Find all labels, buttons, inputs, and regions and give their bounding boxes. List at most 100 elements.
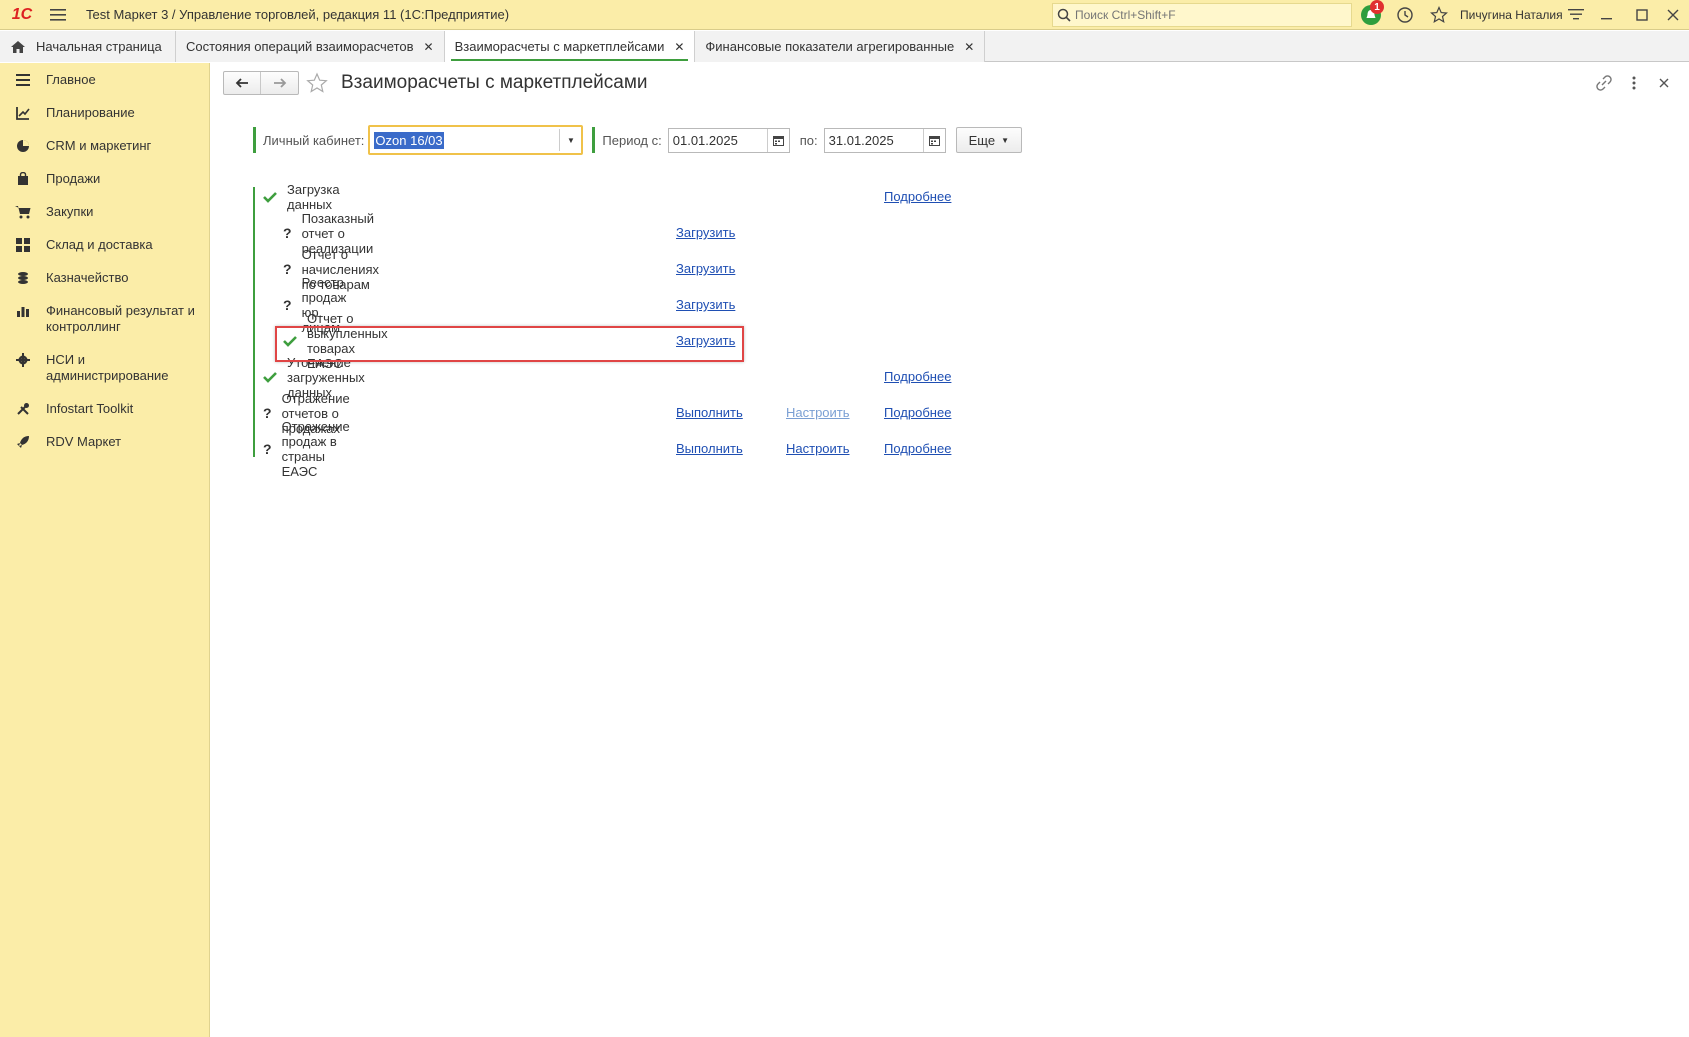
sidebar-item-label: Продажи [46,171,101,186]
sidebar-item-label: Склад и доставка [46,237,153,252]
chevron-down-icon[interactable]: ▼ [559,129,581,151]
tab-home[interactable]: Начальная страница [0,31,176,62]
chevron-down-icon: ▼ [1001,135,1010,145]
period-from-label: Период с: [602,132,662,148]
maximize-icon[interactable] [1629,4,1655,26]
configure-link[interactable]: Настроить [786,405,850,420]
sidebar-item-financial-result[interactable]: Финансовый результат и контроллинг [0,294,209,343]
user-name[interactable]: Пичугина Наталия [1460,8,1563,22]
settings-lines-icon[interactable] [1563,4,1589,26]
history-navigation [223,71,299,95]
sidebar-item-treasury[interactable]: Казначейство [0,261,209,294]
global-search[interactable] [1052,3,1352,27]
more-actions-button[interactable]: Еще ▼ [955,127,1023,153]
period-to-value[interactable]: 31.01.2025 [825,133,923,148]
account-combobox[interactable]: Ozon 16/03 ▼ [368,125,584,155]
step-label: Отражение продаж в страны ЕАЭС [281,419,350,479]
sidebar-item-rdv-market[interactable]: RDV Маркет [0,425,209,458]
title-bar: 1С Test Маркет 3 / Управление торговлей,… [0,0,1689,30]
load-link[interactable]: Загрузить [676,261,735,276]
tab-marketplace-settlements[interactable]: Взаиморасчеты с маркетплейсами ✕ [444,31,696,62]
question-mark-icon: ? [283,225,292,241]
calendar-icon[interactable] [766,128,789,152]
period-to-field[interactable]: 31.01.2025 [823,127,946,153]
minimize-icon[interactable] [1594,4,1620,26]
cart-icon [14,204,32,220]
calendar-icon[interactable] [922,128,945,152]
question-mark-icon: ? [283,261,292,277]
history-icon[interactable] [1394,4,1416,26]
close-tab-icon[interactable]: ✕ [424,40,434,54]
sidebar-item-label: Планирование [46,105,135,120]
execute-link[interactable]: Выполнить [676,405,743,420]
add-to-favorites-star-icon[interactable] [306,72,328,94]
period-from-field[interactable]: 01.01.2025 [667,127,790,153]
back-arrow-icon[interactable] [224,72,261,94]
forward-arrow-icon[interactable] [261,72,298,94]
close-tab-icon[interactable]: ✕ [964,40,974,54]
details-link[interactable]: Подробнее [884,441,951,456]
sidebar-item-main[interactable]: Главное [0,63,209,96]
search-input[interactable] [1075,8,1335,22]
tab-label: Финансовые показатели агрегированные [705,39,955,54]
open-tabs-bar: Начальная страница Состояния операций вз… [0,31,1689,62]
grid-icon [14,237,32,253]
sidebar-item-planning[interactable]: Планирование [0,96,209,129]
sidebar-item-label: RDV Маркет [46,434,122,449]
rocket-icon [14,434,32,450]
close-form-icon[interactable] [1654,73,1674,93]
tab-settlement-states[interactable]: Состояния операций взаиморасчетов ✕ [176,31,445,62]
notifications-button[interactable]: 1 [1360,0,1384,26]
sidebar-item-warehouse[interactable]: Склад и доставка [0,228,209,261]
sidebar-item-purchases[interactable]: Закупки [0,195,209,228]
question-mark-icon: ? [263,405,272,421]
sidebar-item-label: Финансовый результат и контроллинг [46,303,195,334]
checkmark-icon [263,190,277,204]
shopping-bag-icon [14,171,32,187]
home-icon [11,40,25,53]
main-menu-icon[interactable] [44,0,72,30]
filter-bar: Личный кабинет: Ozon 16/03 ▼ Период с: 0… [253,124,1023,156]
sidebar-item-infostart-toolkit[interactable]: Infostart Toolkit [0,392,209,425]
group-marker [253,127,256,153]
details-link[interactable]: Подробнее [884,369,951,384]
close-window-icon[interactable] [1660,4,1686,26]
sidebar-item-sales[interactable]: Продажи [0,162,209,195]
execute-link[interactable]: Выполнить [676,441,743,456]
tab-label: Взаиморасчеты с маркетплейсами [454,39,665,54]
question-mark-icon: ? [283,297,292,313]
step-order-report: ? Позаказный отчет о реализации [283,211,379,256]
tab-label: Состояния операций взаиморасчетов [186,39,414,54]
configure-link[interactable]: Настроить [786,441,850,456]
tab-financial-indicators[interactable]: Финансовые показатели агрегированные ✕ [695,31,986,62]
form-area: Взаиморасчеты с маркетплейсами Личный ка… [211,63,1689,1037]
step-refine-data: Уточнение загруженных данных [263,355,365,400]
question-mark-icon: ? [263,441,272,457]
load-link[interactable]: Загрузить [676,297,735,312]
planning-icon [14,105,32,121]
link-icon[interactable] [1594,73,1614,93]
bell-icon: 1 [1361,0,1384,25]
sidebar-item-label: CRM и маркетинг [46,138,152,153]
account-value[interactable]: Ozon 16/03 [370,131,559,149]
more-actions-label: Еще [968,132,996,148]
menu-lines-icon [14,72,32,88]
details-link[interactable]: Подробнее [884,189,951,204]
more-vertical-icon[interactable] [1624,73,1644,93]
sidebar-item-crm[interactable]: CRM и маркетинг [0,129,209,162]
tab-label: Начальная страница [36,39,162,54]
tools-icon [14,401,32,417]
close-tab-icon[interactable]: ✕ [674,40,684,54]
load-link[interactable]: Загрузить [676,225,735,240]
coins-icon [14,270,32,286]
highlight-annotation [275,326,744,362]
group-marker [592,127,596,153]
app-logo[interactable]: 1С [0,0,44,30]
account-label: Личный кабинет: [263,132,365,148]
sidebar-item-label: Infostart Toolkit [46,401,134,416]
sidebar-item-admin[interactable]: НСИ и администрирование [0,343,209,392]
step-load-data: Загрузка данных [263,182,340,212]
details-link[interactable]: Подробнее [884,405,951,420]
period-from-value[interactable]: 01.01.2025 [669,133,767,148]
favorites-star-icon[interactable] [1428,4,1450,26]
